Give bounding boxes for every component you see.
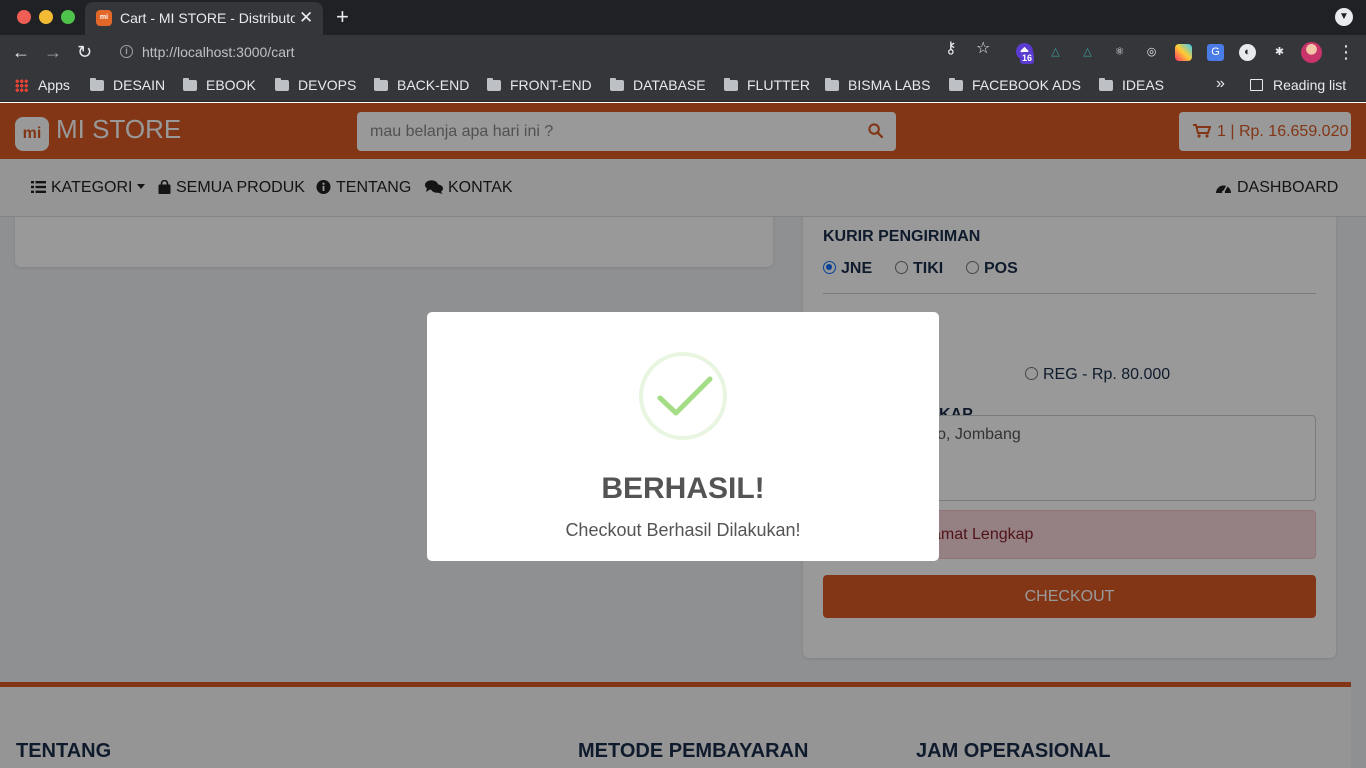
browser-tab-cart[interactable]: mi Cart - MI STORE - Distributor ✕ <box>85 2 323 35</box>
react-devtools-icon[interactable]: ⚛ <box>1111 44 1128 61</box>
close-tab-icon[interactable]: ✕ <box>299 7 313 29</box>
close-window-button[interactable] <box>17 10 31 24</box>
browser-toolbar: ← → ↻ i http://localhost:3000/cart ⚷ ☆ ◆… <box>0 35 1366 69</box>
extension-target-icon[interactable]: ◎ <box>1143 44 1160 61</box>
modal-message: Checkout Berhasil Dilakukan! <box>565 520 801 540</box>
modal-title: BERHASIL! <box>601 472 765 505</box>
bookmark-folder[interactable]: FACEBOOK ADS <box>949 77 1081 93</box>
reading-list-icon <box>1250 79 1263 91</box>
minimize-window-button[interactable] <box>39 10 53 24</box>
folder-icon <box>487 78 501 91</box>
folder-icon <box>1099 78 1113 91</box>
extension-vue-icon[interactable]: △ <box>1079 44 1096 61</box>
new-tab-button[interactable]: + <box>336 4 349 30</box>
extension-color-icon[interactable] <box>1175 44 1192 61</box>
bookmark-folder[interactable]: BISMA LABS <box>825 77 930 93</box>
address-bar[interactable]: i http://localhost:3000/cart <box>106 38 1010 66</box>
folder-icon <box>275 78 289 91</box>
key-icon[interactable]: ⚷ <box>945 40 957 58</box>
tab-search-button[interactable]: ▼ <box>1335 8 1353 26</box>
bookmark-star-icon[interactable]: ☆ <box>976 40 990 58</box>
tab-favicon-icon: mi <box>96 10 112 26</box>
extension-circle-icon[interactable]: ◐ <box>1239 44 1256 61</box>
site-info-icon[interactable]: i <box>120 45 133 58</box>
bookmark-folder[interactable]: DATABASE <box>610 77 706 93</box>
folder-icon <box>183 78 197 91</box>
bookmark-apps[interactable]: Apps <box>15 77 70 93</box>
extension-badge: 16 <box>1020 52 1035 64</box>
bookmark-folder[interactable]: FLUTTER <box>724 77 810 93</box>
folder-icon <box>374 78 388 91</box>
folder-icon <box>949 78 963 91</box>
forward-button[interactable]: → <box>44 40 62 64</box>
url-text: http://localhost:3000/cart <box>142 44 295 60</box>
success-modal: BERHASIL! Checkout Berhasil Dilakukan! <box>427 312 939 561</box>
bookmark-folder[interactable]: DEVOPS <box>275 77 356 93</box>
bookmark-folder[interactable]: EBOOK <box>183 77 256 93</box>
apps-grid-icon <box>15 79 28 92</box>
bookmark-folder[interactable]: BACK-END <box>374 77 469 93</box>
extension-nuxt-icon[interactable]: △ <box>1047 44 1064 61</box>
browser-tab-bar: mi Cart - MI STORE - Distributor ✕ + ▼ <box>0 0 1366 35</box>
profile-avatar[interactable] <box>1301 42 1322 63</box>
tab-title: Cart - MI STORE - Distributor <box>120 10 295 26</box>
reading-list-button[interactable]: Reading list <box>1250 77 1346 93</box>
bookmark-folder[interactable]: DESAIN <box>90 77 165 93</box>
folder-icon <box>610 78 624 91</box>
success-check-icon <box>657 376 713 416</box>
bookmarks-bar: Apps DESAIN EBOOK DEVOPS BACK-END FRONT-… <box>0 69 1366 102</box>
back-button[interactable]: ← <box>12 40 30 64</box>
reload-button[interactable]: ↻ <box>77 40 92 64</box>
more-bookmarks-button[interactable]: » <box>1216 75 1225 93</box>
browser-menu-icon[interactable]: ⋮ <box>1337 41 1355 63</box>
folder-icon <box>825 78 839 91</box>
bookmark-folder[interactable]: IDEAS <box>1099 77 1164 93</box>
folder-icon <box>90 78 104 91</box>
bookmark-folder[interactable]: FRONT-END <box>487 77 592 93</box>
maximize-window-button[interactable] <box>61 10 75 24</box>
folder-icon <box>724 78 738 91</box>
extensions-puzzle-icon[interactable]: ✱ <box>1271 44 1288 61</box>
google-translate-icon[interactable]: G <box>1207 44 1224 61</box>
